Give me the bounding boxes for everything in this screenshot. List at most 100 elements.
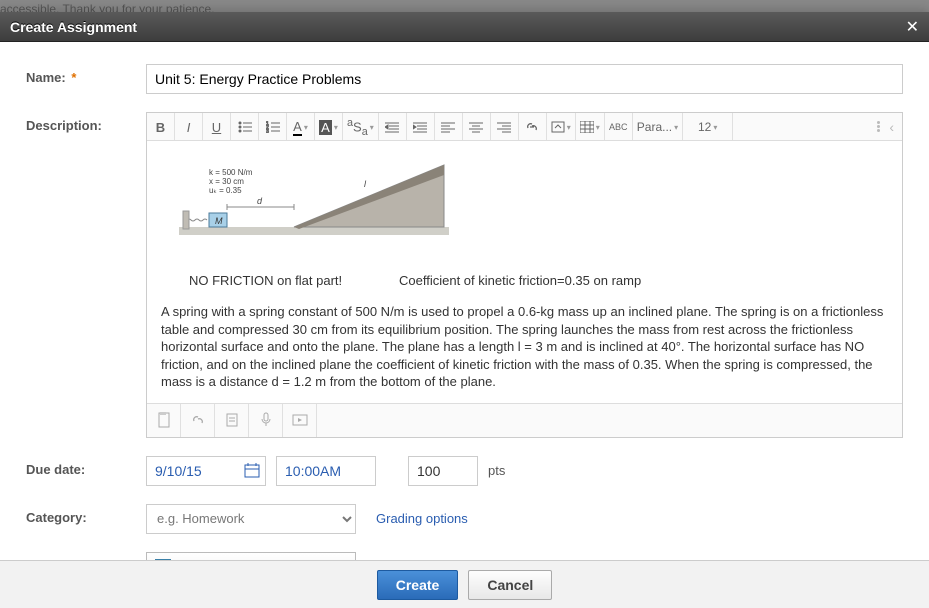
diagram-k-label: k = 500 N/m (209, 168, 253, 177)
align-center-icon (469, 121, 483, 133)
category-select[interactable]: e.g. Homework (146, 504, 356, 534)
points-label: pts (488, 463, 505, 478)
svg-text:3: 3 (266, 129, 269, 133)
editor-toolbar: B I U 123 A▾ A▾ aSa▾ ▾ (147, 113, 902, 141)
calendar-icon[interactable] (244, 462, 260, 481)
chevron-down-icon: ▾ (304, 123, 308, 132)
indent-button[interactable] (407, 113, 435, 141)
points-field[interactable] (408, 456, 478, 486)
attach-link-button[interactable] (181, 404, 215, 437)
scale-label: Scale/Rubric:* (26, 552, 146, 560)
chevron-down-icon: ▾ (674, 123, 678, 132)
spellcheck-icon: ABC (609, 122, 628, 132)
diagram-l-label: l (364, 179, 367, 189)
scale-row: Scale/Rubric:* Numeric ▼ (26, 552, 903, 560)
table-icon (580, 121, 594, 133)
problem-paragraph: A spring with a spring constant of 500 N… (161, 303, 888, 391)
diagram-x-label: x = 30 cm (209, 177, 244, 186)
list-ol-icon: 123 (266, 121, 280, 133)
italic-button[interactable]: I (175, 113, 203, 141)
fontsize-label: 12 (698, 120, 711, 134)
diagram-mass-label: M (215, 216, 223, 226)
cancel-button[interactable]: Cancel (468, 570, 552, 600)
dialog-titlebar: Create Assignment ✕ (0, 12, 929, 42)
create-button[interactable]: Create (377, 570, 459, 600)
description-row: Description: B I U 123 A▾ A▾ aSa▾ (26, 112, 903, 438)
due-time-field[interactable] (276, 456, 376, 486)
diagram-captions: NO FRICTION on flat part! Coefficient of… (189, 272, 888, 290)
table-button[interactable]: ▾ (576, 113, 605, 141)
subscript-button[interactable]: aSa▾ (343, 113, 379, 141)
category-row: Category: e.g. Homework Grading options (26, 504, 903, 534)
more-tools-icon[interactable] (877, 121, 883, 132)
align-right-button[interactable] (491, 113, 519, 141)
underline-icon: U (212, 120, 221, 135)
strike-icon: aSa (347, 117, 368, 138)
collapse-toolbar-icon[interactable]: ‹ (889, 119, 894, 135)
align-center-button[interactable] (463, 113, 491, 141)
align-left-button[interactable] (435, 113, 463, 141)
spellcheck-button[interactable]: ABC (605, 113, 633, 141)
video-icon (292, 413, 308, 427)
link-button[interactable] (519, 113, 547, 141)
name-row: Name: * (26, 64, 903, 94)
diagram-mu-label: uₖ = 0.35 (209, 186, 242, 195)
diagram-d-label: d (257, 196, 263, 206)
indent-icon (413, 121, 427, 133)
required-mark: * (71, 70, 76, 85)
dialog-title: Create Assignment (10, 19, 137, 35)
font-color-icon: A (293, 119, 302, 136)
attach-audio-button[interactable] (249, 404, 283, 437)
chevron-down-icon: ▾ (370, 123, 374, 132)
category-label: Category: (26, 504, 146, 534)
outdent-icon (385, 121, 399, 133)
name-label: Name: * (26, 64, 146, 94)
italic-icon: I (187, 120, 191, 135)
unordered-list-button[interactable] (231, 113, 259, 141)
attach-resource-button[interactable] (215, 404, 249, 437)
dialog-footer: Create Cancel (0, 560, 929, 608)
inclined-plane-diagram: M k = 500 N/m x = 30 cm uₖ = 0.35 d l (179, 157, 449, 257)
resource-icon (225, 412, 239, 428)
time-input[interactable] (276, 456, 376, 486)
points-input[interactable] (408, 456, 478, 486)
list-ul-icon (238, 121, 252, 133)
close-icon[interactable]: ✕ (906, 17, 919, 37)
attach-file-button[interactable] (147, 404, 181, 437)
link-icon (525, 120, 539, 134)
bold-icon: B (156, 120, 165, 135)
link-icon (191, 413, 205, 427)
due-date-row: Due date: pts (26, 456, 903, 486)
create-assignment-dialog: Create Assignment ✕ Name: * Description:… (0, 12, 929, 608)
bg-color-button[interactable]: A▾ (315, 113, 343, 141)
scale-rubric-select[interactable]: Numeric ▼ (146, 552, 356, 560)
insert-button[interactable]: ▾ (547, 113, 576, 141)
label-text: Name: (26, 70, 66, 85)
editor-content[interactable]: M k = 500 N/m x = 30 cm uₖ = 0.35 d l (147, 141, 902, 403)
grading-options-link[interactable]: Grading options (376, 511, 468, 526)
paragraph-select[interactable]: Para...▾ (633, 113, 683, 141)
due-date-field[interactable] (146, 456, 266, 486)
file-icon (157, 412, 171, 428)
align-right-icon (497, 121, 511, 133)
chevron-down-icon: ▾ (567, 123, 571, 132)
bold-button[interactable]: B (147, 113, 175, 141)
caption-right: Coefficient of kinetic friction=0.35 on … (399, 272, 641, 290)
bg-color-icon: A (319, 120, 332, 135)
align-left-icon (441, 121, 455, 133)
ordered-list-button[interactable]: 123 (259, 113, 287, 141)
name-input[interactable] (146, 64, 903, 94)
due-date-label: Due date: (26, 456, 146, 486)
fontsize-select[interactable]: 12▾ (683, 113, 733, 141)
dialog-body: Name: * Description: B I U 123 A▾ (0, 42, 929, 560)
font-color-button[interactable]: A▾ (287, 113, 315, 141)
physics-diagram: M k = 500 N/m x = 30 cm uₖ = 0.35 d l (179, 157, 888, 262)
caption-left: NO FRICTION on flat part! (189, 272, 399, 290)
chevron-down-icon: ▾ (596, 123, 600, 132)
chevron-down-icon: ▾ (334, 123, 338, 132)
description-label: Description: (26, 112, 146, 438)
underline-button[interactable]: U (203, 113, 231, 141)
chevron-down-icon: ▾ (713, 123, 717, 132)
attach-video-button[interactable] (283, 404, 317, 437)
outdent-button[interactable] (379, 113, 407, 141)
